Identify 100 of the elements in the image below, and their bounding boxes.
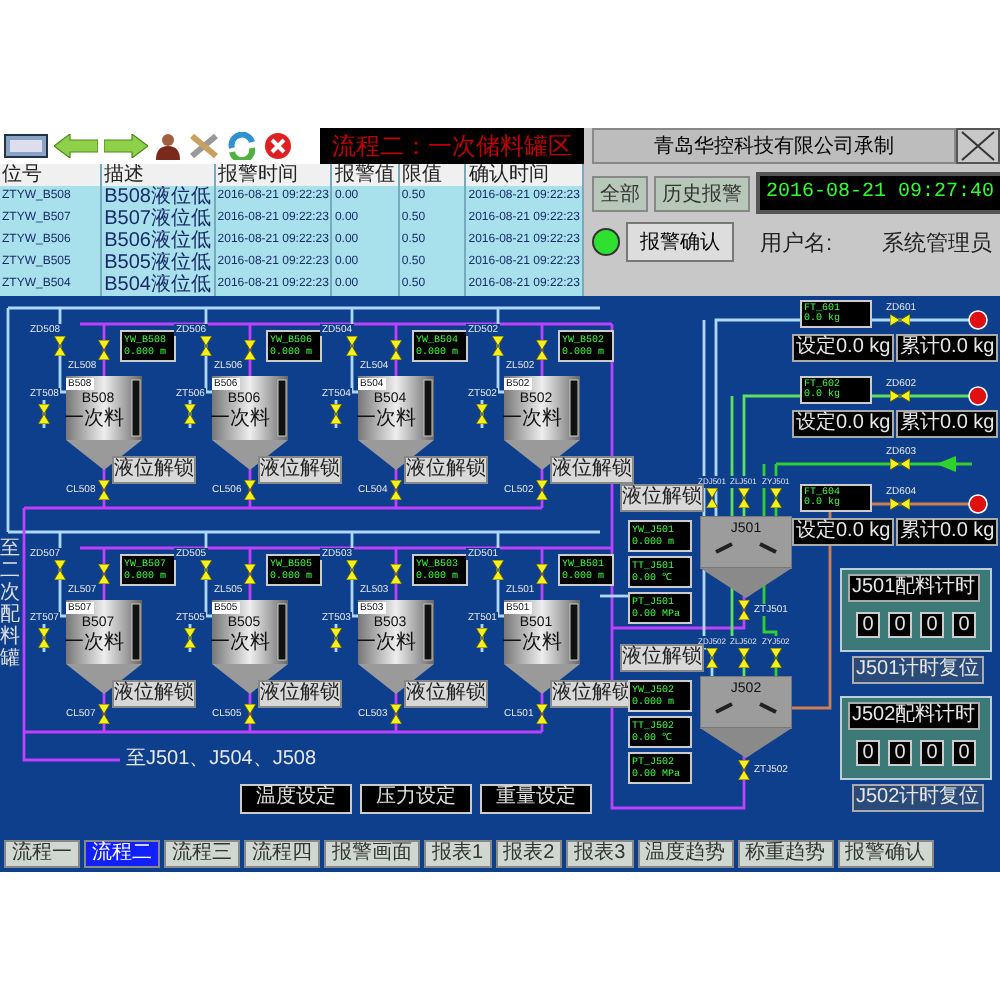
setpoint-field[interactable]: 设定0.0 kg: [792, 518, 895, 546]
cancel-icon[interactable]: [264, 132, 292, 160]
nav-tab[interactable]: 报表1: [424, 840, 492, 868]
valve-icon[interactable]: [890, 458, 910, 470]
timer-caption[interactable]: J502计时复位: [852, 784, 984, 812]
valve-icon[interactable]: [390, 704, 402, 724]
total-field: 累计0.0 kg: [896, 518, 999, 546]
unlock-button[interactable]: 液位解锁: [258, 456, 342, 484]
valve-icon[interactable]: [38, 404, 50, 424]
column-header[interactable]: 限值: [398, 164, 466, 186]
setpoint-field[interactable]: 设定0.0 kg: [792, 410, 895, 438]
timer-title: J501配料计时: [848, 574, 980, 602]
nav-tab[interactable]: 流程一: [4, 840, 80, 868]
valve-icon[interactable]: [738, 760, 750, 780]
valve-icon[interactable]: [492, 336, 504, 356]
unlock-button[interactable]: 液位解锁: [112, 456, 196, 484]
pump-icon[interactable]: [968, 386, 988, 406]
unlock-button[interactable]: 液位解锁: [258, 680, 342, 708]
nav-tab[interactable]: 称重趋势: [737, 840, 834, 868]
arrow-right-icon[interactable]: [104, 134, 148, 158]
unlock-button[interactable]: 液位解锁: [550, 456, 634, 484]
valve-icon[interactable]: [890, 314, 910, 326]
refresh-icon[interactable]: [226, 132, 258, 160]
column-header[interactable]: 位号: [0, 164, 102, 186]
timer-caption[interactable]: J501计时复位: [852, 656, 984, 684]
nav-tab[interactable]: 流程二: [84, 840, 160, 868]
unlock-button[interactable]: 液位解锁: [112, 680, 196, 708]
tank-label: 一次料: [356, 408, 416, 430]
unlock-button[interactable]: 液位解锁: [620, 484, 704, 512]
valve-icon[interactable]: [706, 648, 718, 668]
valve-icon[interactable]: [184, 404, 196, 424]
valve-icon[interactable]: [244, 564, 256, 584]
nav-tab[interactable]: 报表3: [566, 840, 634, 868]
valve-icon[interactable]: [346, 336, 358, 356]
nav-tab[interactable]: 温度趋势: [637, 840, 734, 868]
valve-icon[interactable]: [738, 600, 750, 620]
valve-icon[interactable]: [536, 480, 548, 500]
digit-box: 0: [952, 740, 976, 766]
nav-tab[interactable]: 流程三: [164, 840, 240, 868]
valve-icon[interactable]: [346, 560, 358, 580]
close-icon[interactable]: [956, 128, 1000, 164]
nav-tab[interactable]: 流程四: [244, 840, 320, 868]
valve-icon[interactable]: [98, 340, 110, 360]
arrow-left-icon[interactable]: [54, 134, 98, 158]
unlock-button[interactable]: 液位解锁: [404, 456, 488, 484]
setpoint-field[interactable]: 设定0.0 kg: [792, 334, 895, 362]
column-header[interactable]: 报警值: [331, 164, 399, 186]
setpoint-box[interactable]: 温度设定: [240, 784, 352, 814]
tank-label: 一次料: [210, 408, 270, 430]
valve-icon[interactable]: [200, 560, 212, 580]
valve-icon[interactable]: [738, 648, 750, 668]
alarm-filter-button[interactable]: 历史报警: [654, 175, 750, 211]
valve-icon[interactable]: [536, 704, 548, 724]
valve-icon[interactable]: [38, 628, 50, 648]
person-icon[interactable]: [154, 132, 182, 160]
column-header[interactable]: 描述: [101, 164, 215, 186]
valve-icon[interactable]: [706, 488, 718, 508]
unlock-button[interactable]: 液位解锁: [620, 644, 704, 672]
alarm-filter-button[interactable]: 全部: [592, 175, 648, 211]
unlock-button[interactable]: 液位解锁: [404, 680, 488, 708]
valve-icon[interactable]: [738, 488, 750, 508]
pump-icon[interactable]: [968, 310, 988, 330]
acknowledge-button[interactable]: 报警确认: [837, 840, 934, 868]
valve-icon[interactable]: [184, 628, 196, 648]
valve-icon[interactable]: [200, 336, 212, 356]
valve-icon[interactable]: [244, 704, 256, 724]
valve-icon[interactable]: [390, 480, 402, 500]
nav-tab[interactable]: 报警画面: [324, 840, 420, 868]
valve-icon[interactable]: [330, 628, 342, 648]
acknowledge-button[interactable]: 报警确认: [626, 222, 734, 262]
valve-icon[interactable]: [770, 648, 782, 668]
valve-icon[interactable]: [390, 564, 402, 584]
valve-icon[interactable]: [244, 340, 256, 360]
valve-icon[interactable]: [770, 488, 782, 508]
valve-icon[interactable]: [390, 340, 402, 360]
valve-icon[interactable]: [98, 480, 110, 500]
page-title: 流程二：一次储料罐区: [320, 128, 584, 164]
valve-icon[interactable]: [890, 390, 910, 402]
pump-icon[interactable]: [968, 494, 988, 514]
valve-icon[interactable]: [98, 704, 110, 724]
digit-box: 0: [920, 740, 944, 766]
valve-icon[interactable]: [244, 480, 256, 500]
setpoint-box[interactable]: 重量设定: [480, 784, 592, 814]
valve-icon[interactable]: [536, 564, 548, 584]
valve-icon[interactable]: [890, 498, 910, 510]
column-header[interactable]: 确认时间: [465, 164, 583, 186]
valve-icon[interactable]: [54, 560, 66, 580]
valve-icon[interactable]: [54, 336, 66, 356]
valve-icon[interactable]: [476, 628, 488, 648]
digit-box: 0: [920, 612, 944, 638]
setpoint-box[interactable]: 压力设定: [360, 784, 472, 814]
valve-icon[interactable]: [492, 560, 504, 580]
valve-icon[interactable]: [476, 404, 488, 424]
valve-icon[interactable]: [536, 340, 548, 360]
valve-icon[interactable]: [330, 404, 342, 424]
tank-label: 一次料: [356, 632, 416, 654]
nav-tab[interactable]: 报表2: [495, 840, 563, 868]
total-field: 累计0.0 kg: [896, 410, 999, 438]
valve-icon[interactable]: [98, 564, 110, 584]
column-header[interactable]: 报警时间: [214, 164, 332, 186]
